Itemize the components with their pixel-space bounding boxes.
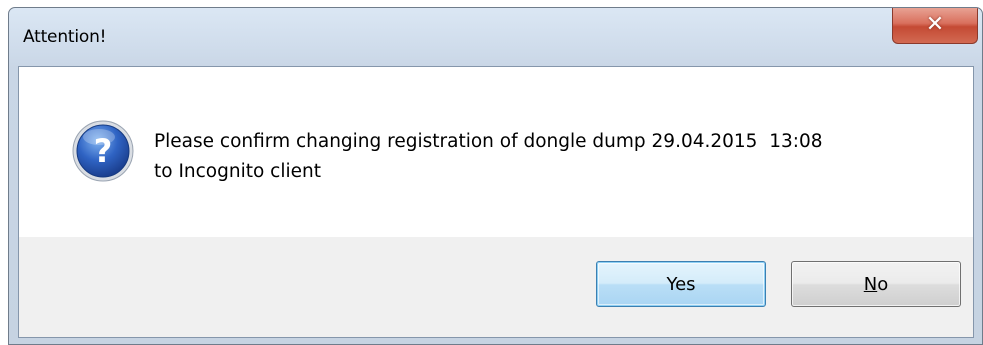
no-button-label-rest: o	[877, 273, 889, 295]
message-line-2: to Incognito client	[154, 161, 321, 182]
message-area: ? Please confirm changing registration o…	[19, 67, 973, 237]
yes-button-label: Yes	[666, 273, 696, 295]
no-button[interactable]: No	[791, 261, 961, 307]
message-text: Please confirm changing registration of …	[154, 127, 823, 187]
title-bar[interactable]: Attention! ✕	[9, 8, 982, 66]
question-icon: ?	[72, 120, 134, 182]
dialog-window: Attention! ✕ ? Please confirm changing r…	[8, 7, 983, 345]
dialog-body: ? Please confirm changing registration o…	[18, 66, 974, 338]
no-button-label: No	[864, 274, 888, 295]
close-button[interactable]: ✕	[892, 8, 978, 44]
yes-button[interactable]: Yes	[596, 261, 766, 307]
message-line-1: Please confirm changing registration of …	[154, 131, 823, 152]
no-button-accelerator: N	[863, 273, 878, 295]
svg-text:?: ?	[94, 132, 113, 170]
window-title: Attention!	[23, 27, 107, 47]
close-icon: ✕	[925, 12, 945, 37]
